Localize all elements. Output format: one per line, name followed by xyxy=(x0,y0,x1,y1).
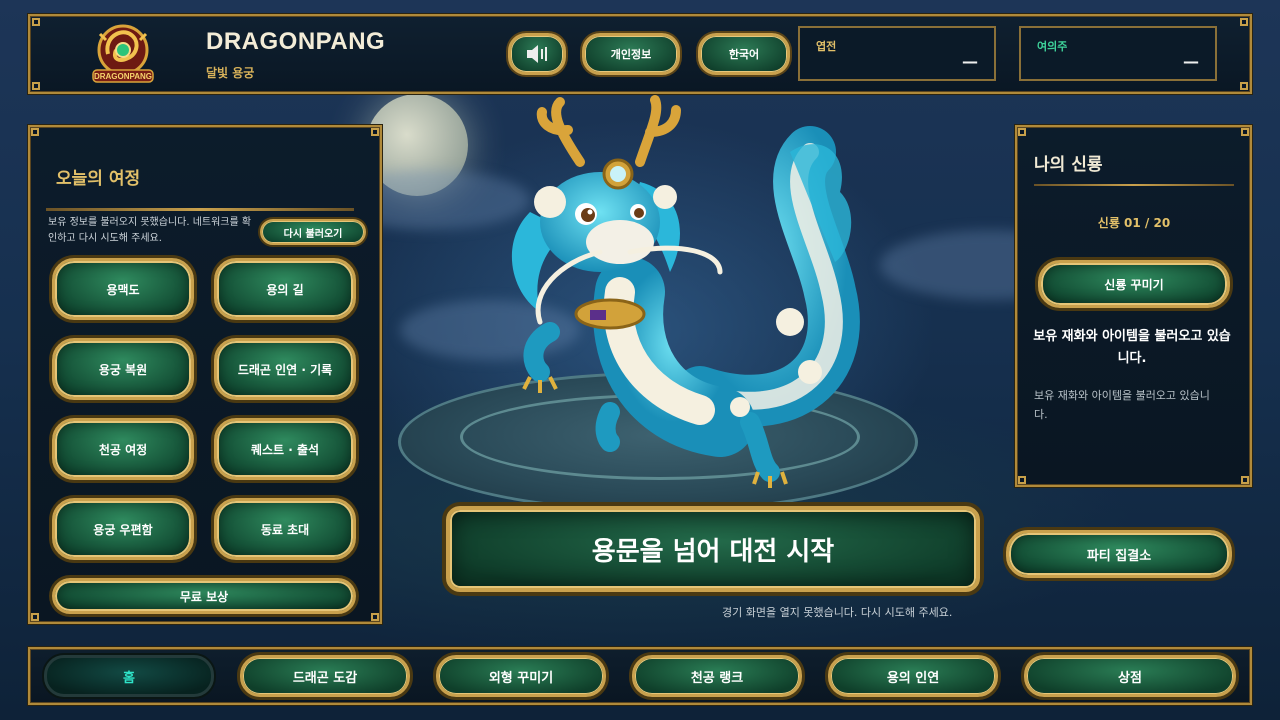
nav-home[interactable]: 홈 xyxy=(44,655,214,697)
coin-stat-box: 엽전 — xyxy=(798,26,996,81)
inventory-loading-title: 보유 재화와 아이템을 불러오고 있습니다. xyxy=(1033,329,1231,366)
speaker-icon xyxy=(527,45,547,63)
pearl-stat-box: 여의주 — xyxy=(1019,26,1217,81)
language-button[interactable]: 한국어 xyxy=(698,33,790,75)
palace-restore-button[interactable]: 용궁 복원 xyxy=(52,338,194,400)
dragon-character xyxy=(511,95,860,488)
pearl-stat-value: — xyxy=(1183,52,1199,71)
dragon-decorate-button[interactable]: 신룡 꾸미기 xyxy=(1038,260,1230,308)
dragon-path-button[interactable]: 용의 길 xyxy=(214,258,356,320)
dragonpang-logo: DRAGONPANG xyxy=(90,20,156,86)
quest-attendance-button[interactable]: 퀘스트 · 출석 xyxy=(214,418,356,480)
party-gathering-button[interactable]: 파티 집결소 xyxy=(1006,530,1232,578)
profile-button[interactable]: 개인정보 xyxy=(582,33,680,75)
nav-dragon-collection[interactable]: 드래곤 도감 xyxy=(240,655,410,697)
coin-stat-label: 엽전 xyxy=(816,40,837,53)
svg-text:DRAGONPANG: DRAGONPANG xyxy=(94,72,152,81)
nav-shop[interactable]: 상점 xyxy=(1024,655,1236,697)
free-reward-button[interactable]: 무료 보상 xyxy=(52,578,356,614)
battle-error-message: 경기 화면을 열지 못했습니다. 다시 시도해 주세요. xyxy=(722,606,953,619)
nav-sky-rank[interactable]: 천공 랭크 xyxy=(632,655,802,697)
coin-stat-value: — xyxy=(962,52,978,71)
load-error-message: 보유 정보를 불러오지 못했습니다. 네트워크를 확인하고 다시 시도해 주세요… xyxy=(48,217,252,244)
palace-mailbox-button[interactable]: 용궁 우편함 xyxy=(52,498,194,560)
dragon-bond-record-button[interactable]: 드래곤 인연 · 기록 xyxy=(214,338,356,400)
brand-title: DRAGONPANG xyxy=(206,28,386,55)
dragon-map-button[interactable]: 용맥도 xyxy=(52,258,194,320)
inventory-loading-text: 보유 재화와 아이템을 불러오고 있습니다. xyxy=(1034,389,1210,421)
start-battle-button[interactable]: 용문을 넘어 대전 시작 xyxy=(446,506,980,592)
my-dragon-title: 나의 신룡 xyxy=(1034,155,1103,175)
brand-subtitle: 달빛 용궁 xyxy=(206,66,255,80)
reload-button[interactable]: 다시 불러오기 xyxy=(260,219,366,245)
journey-panel-title: 오늘의 여정 xyxy=(56,169,141,189)
sky-journey-button[interactable]: 천공 여정 xyxy=(52,418,194,480)
nav-appearance[interactable]: 외형 꾸미기 xyxy=(436,655,606,697)
dragon-counter: 신룡 01 / 20 xyxy=(1097,216,1171,230)
sound-toggle-button[interactable] xyxy=(508,33,566,75)
nav-dragon-bond[interactable]: 용의 인연 xyxy=(828,655,998,697)
pearl-stat-label: 여의주 xyxy=(1037,40,1068,53)
invite-friend-button[interactable]: 동료 초대 xyxy=(214,498,356,560)
